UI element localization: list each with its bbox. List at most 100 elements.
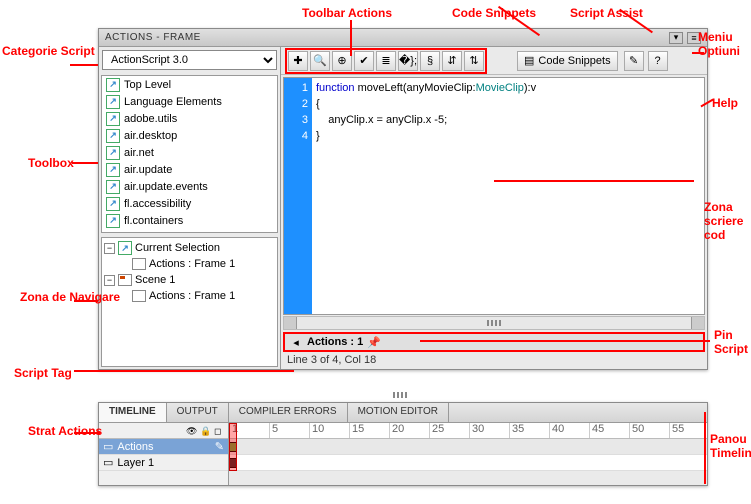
code-text-area[interactable]: function moveLeft(anyMovieClip:MovieClip… <box>312 78 704 314</box>
toolbox-item-label: air.update.events <box>124 181 208 193</box>
tree-collapse-icon[interactable]: − <box>104 275 115 286</box>
timeline-panel: TIMELINE OUTPUT COMPILER ERRORS MOTION E… <box>98 402 708 486</box>
panel-title: ACTIONS - FRAME <box>105 32 201 43</box>
nav-label: Scene 1 <box>135 274 175 286</box>
frames-actions-layer[interactable] <box>229 439 707 455</box>
package-icon: ↗ <box>106 95 120 109</box>
frame-icon <box>132 290 146 302</box>
code-editor[interactable]: 1 2 3 4 function moveLeft(anyMovieClip:M… <box>283 77 705 315</box>
pin-left-icon[interactable]: ◂ <box>289 335 303 349</box>
tab-timeline[interactable]: TIMELINE <box>99 403 167 422</box>
find-button[interactable]: 🔍 <box>310 51 330 71</box>
annot-zona-scriere: Zona scriere cod <box>704 200 744 242</box>
actions-toolbar: ✚ 🔍 ⊕ ✔ ≣ �}; § ⇵ ⇅ ▤ Code Snippets ✎ ? <box>281 47 707 75</box>
panel-resize-grip[interactable] <box>380 392 420 400</box>
annot-pin-script: Pin Script <box>714 328 751 356</box>
auto-format-button[interactable]: ≣ <box>376 51 396 71</box>
tab-motion-editor[interactable]: MOTION EDITOR <box>348 403 449 422</box>
collapse-block-button[interactable]: ⇵ <box>442 51 462 71</box>
actions-panel: ACTIONS - FRAME ▾ ≡ ActionScript 3.0 ↗ To… <box>98 28 708 370</box>
nav-label: Actions : Frame 1 <box>149 290 235 302</box>
collapse-panel-button[interactable]: ▾ <box>669 32 683 44</box>
code-snippets-button[interactable]: ▤ Code Snippets <box>517 51 618 71</box>
debug-options-button[interactable]: § <box>420 51 440 71</box>
toolbox-item[interactable]: ↗ Top Level <box>102 76 277 93</box>
toolbox-list[interactable]: ↗ Top Level ↗ Language Elements ↗adobe.uti… <box>101 75 278 233</box>
package-icon: ↗ <box>106 146 120 160</box>
expand-block-button[interactable]: ⇅ <box>464 51 484 71</box>
package-icon: ↗ <box>106 163 120 177</box>
timeline-tabs: TIMELINE OUTPUT COMPILER ERRORS MOTION E… <box>99 403 707 423</box>
toolbox-item-label: Top Level <box>124 79 171 91</box>
left-column: ActionScript 3.0 ↗ Top Level ↗ Language El… <box>99 47 281 369</box>
target-path-button[interactable]: ⊕ <box>332 51 352 71</box>
script-category-select[interactable]: ActionScript 3.0 <box>102 50 277 70</box>
layer-column: 👁 🔒 ◻ ▭ Actions ✎ ▭ Layer 1 <box>99 423 229 485</box>
layer-name: Actions <box>117 441 153 453</box>
package-icon: ↗ <box>106 180 120 194</box>
annot-help: Help <box>712 96 738 110</box>
toolbox-item[interactable]: ↗fl.containers <box>102 212 277 229</box>
snippets-icon: ▤ <box>524 54 534 67</box>
panel-titlebar: ACTIONS - FRAME ▾ ≡ <box>99 29 707 47</box>
toolbox-item-label: fl.accessibility <box>124 198 191 210</box>
show-hint-button[interactable]: �}; <box>398 51 418 71</box>
check-syntax-button[interactable]: ✔ <box>354 51 374 71</box>
toolbox-item[interactable]: ↗air.desktop <box>102 127 277 144</box>
package-icon: ↗ <box>106 197 120 211</box>
nav-current-selection[interactable]: − ↗ Current Selection <box>104 240 275 256</box>
horizontal-scrollbar[interactable] <box>283 316 705 330</box>
script-assist-button[interactable]: ✎ <box>624 51 644 71</box>
annot-categorie-script: Categorie Script <box>2 44 95 58</box>
toolbox-item-label: air.update <box>124 164 172 176</box>
script-tab-bar: ◂ Actions : 1 📌 <box>283 332 705 352</box>
toolbox-item[interactable]: ↗adobe.utils <box>102 110 277 127</box>
playhead[interactable] <box>229 423 237 471</box>
lock-icon[interactable]: 🔒 <box>200 426 210 436</box>
pencil-icon: ✎ <box>215 440 224 453</box>
annot-strat-actions: Strat Actions <box>28 424 102 438</box>
annot-toolbox: Toolbox <box>28 156 74 170</box>
toolbox-item[interactable]: ↗ fl.accessibility <box>102 195 277 212</box>
annot-panou-timeline: Panou Timeline <box>710 432 751 460</box>
nav-label: Actions : Frame 1 <box>149 258 235 270</box>
layer-icon: ▭ <box>103 440 113 453</box>
script-tab-label[interactable]: Actions : 1 <box>307 336 363 348</box>
toolbar-actions-group: ✚ 🔍 ⊕ ✔ ≣ �}; § ⇵ ⇅ <box>285 48 487 74</box>
toolbox-item-label: air.desktop <box>124 130 177 142</box>
pin-script-icon[interactable]: 📌 <box>367 335 381 349</box>
layer-row-layer1[interactable]: ▭ Layer 1 <box>99 455 228 471</box>
outline-icon[interactable]: ◻ <box>214 426 224 436</box>
toolbox-item[interactable]: ↗ Language Elements <box>102 93 277 110</box>
script-navigator[interactable]: − ↗ Current Selection Actions : Frame 1 … <box>101 237 278 367</box>
nav-actions-frame[interactable]: Actions : Frame 1 <box>104 288 275 304</box>
layer-row-actions[interactable]: ▭ Actions ✎ <box>99 439 228 455</box>
frames-area[interactable]: 1510152025303540455055 <box>229 423 707 485</box>
package-icon: ↗ <box>106 78 120 92</box>
toolbox-item[interactable]: ↗ air.update <box>102 161 277 178</box>
frame-ruler[interactable]: 1510152025303540455055 <box>229 423 707 439</box>
toolbox-item[interactable]: ↗ air.update.events <box>102 178 277 195</box>
selection-icon: ↗ <box>118 241 132 255</box>
layer-icon: ▭ <box>103 456 113 469</box>
right-column: ✚ 🔍 ⊕ ✔ ≣ �}; § ⇵ ⇅ ▤ Code Snippets ✎ ? <box>281 47 707 369</box>
nav-actions-frame[interactable]: Actions : Frame 1 <box>104 256 275 272</box>
toolbox-item-label: Language Elements <box>124 96 222 108</box>
annot-script-tag: Script Tag <box>14 366 72 380</box>
frames-layer1[interactable] <box>229 455 707 471</box>
nav-label: Current Selection <box>135 242 220 254</box>
tree-collapse-icon[interactable]: − <box>104 243 115 254</box>
status-bar: Line 3 of 4, Col 18 <box>281 353 707 369</box>
toolbox-item[interactable]: ↗air.net <box>102 144 277 161</box>
help-button[interactable]: ? <box>648 51 668 71</box>
tab-output[interactable]: OUTPUT <box>167 403 229 422</box>
toolbox-item-label: fl.containers <box>124 215 183 227</box>
tab-compiler-errors[interactable]: COMPILER ERRORS <box>229 403 348 422</box>
add-script-button[interactable]: ✚ <box>288 51 308 71</box>
annot-code-snippets: Code Snippets <box>452 6 536 20</box>
annot-meniu-optiuni: Meniu Optiuni <box>698 30 751 58</box>
package-icon: ↗ <box>106 112 120 126</box>
nav-scene[interactable]: − Scene 1 <box>104 272 275 288</box>
layer-name: Layer 1 <box>117 457 154 469</box>
eye-icon[interactable]: 👁 <box>186 426 196 436</box>
